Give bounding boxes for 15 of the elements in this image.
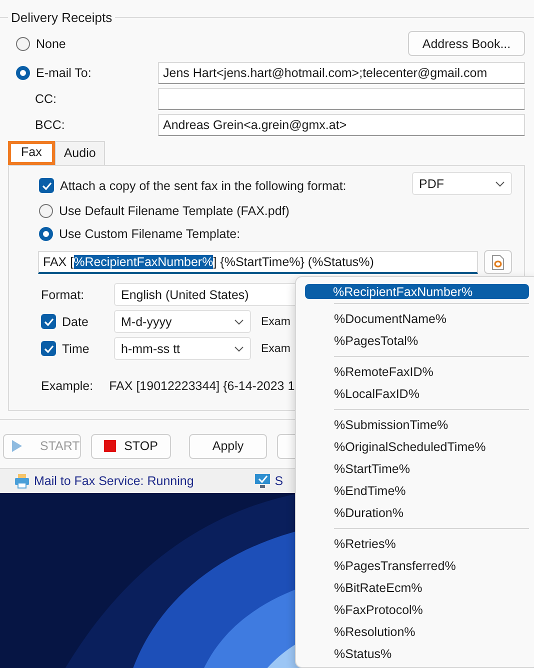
example-label: Example: — [41, 379, 94, 393]
radio-label: E-mail To: — [36, 66, 92, 80]
example-text: FAX [19012223344] {6-14-2023 1 — [109, 379, 295, 393]
example-label: Exam — [261, 316, 290, 328]
example-label: Exam — [261, 342, 290, 354]
radio-label: None — [36, 36, 66, 50]
bcc-label: BCC: — [34, 118, 66, 132]
radio-label: Use Default Filename Template (FAX.pdf) — [59, 204, 290, 218]
format-label: Format: — [41, 288, 86, 302]
checkbox-label: Attach a copy of the sent fax in the following format: — [60, 178, 346, 192]
checkbox-label: Time — [62, 342, 90, 356]
group-title: Delivery Receipts — [10, 10, 114, 25]
cc-label: CC: — [34, 92, 58, 106]
radio-label: Use Custom Filename Template: — [59, 227, 240, 241]
checkbox-label: Date — [62, 314, 88, 328]
